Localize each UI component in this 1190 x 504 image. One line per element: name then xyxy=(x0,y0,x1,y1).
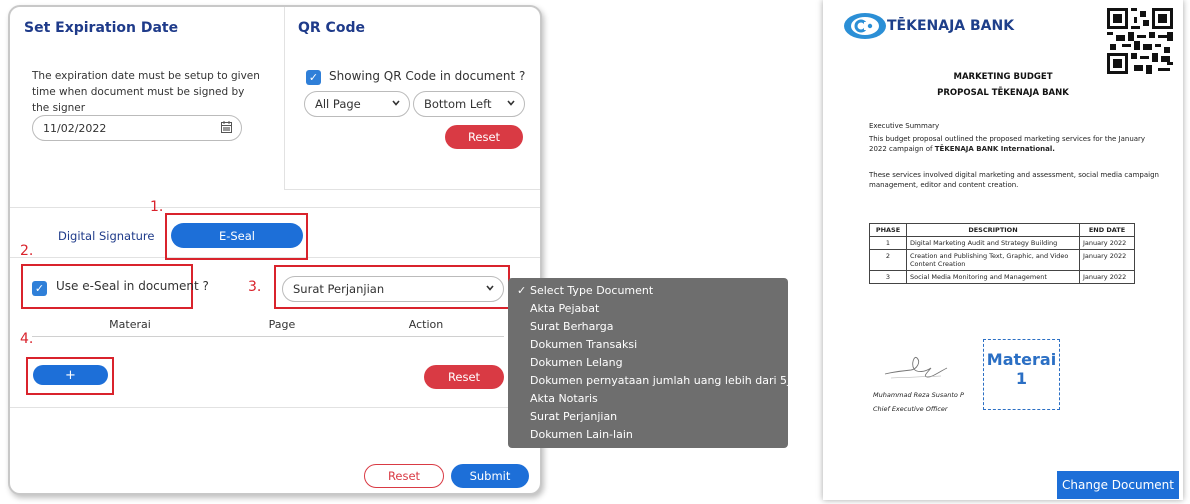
column-header-page: Page xyxy=(268,318,296,331)
summary-bank-name: TĒKENAJA BANK International. xyxy=(934,145,1055,153)
qr-checkbox[interactable]: ✓ xyxy=(306,70,321,85)
qr-section-bottom-divider xyxy=(284,189,540,190)
table-cell-description: Creation and Publishing Text, Graphic, a… xyxy=(906,249,1080,271)
step-4-label: 4. xyxy=(20,331,34,347)
dropdown-option-akta-notaris[interactable]: Akta Notaris xyxy=(530,392,598,405)
add-materai-button[interactable]: + xyxy=(33,365,108,385)
table-cell-phase: 2 xyxy=(869,249,907,271)
step-3-label: 3. xyxy=(248,279,262,295)
expiration-description: The expiration date must be setup to giv… xyxy=(32,70,260,114)
qr-section-title: QR Code xyxy=(298,20,365,36)
expiration-date-value: 11/02/2022 xyxy=(43,121,107,135)
signer-title: Chief Executive Officer xyxy=(873,405,948,413)
table-cell-phase: 1 xyxy=(869,236,907,250)
table-cell-phase: 3 xyxy=(869,270,907,284)
document-title-line1: MARKETING BUDGET xyxy=(953,72,1053,82)
doc-type-dropdown-menu: ✓ Select Type Document Akta Pejabat Sura… xyxy=(508,278,794,448)
column-header-materai: Materai xyxy=(109,318,151,331)
chevron-down-icon xyxy=(391,98,401,111)
qr-page-select[interactable]: All Page xyxy=(304,91,410,117)
qr-checkbox-label: Showing QR Code in document ? xyxy=(329,69,526,83)
qr-reset-button[interactable]: Reset xyxy=(445,125,523,149)
section-divider-vertical xyxy=(284,7,285,189)
dropdown-option-dokumen-lelang[interactable]: Dokumen Lelang xyxy=(530,356,623,369)
settings-panel: Set Expiration Date The expiration date … xyxy=(8,5,542,495)
table-cell-description: Digital Marketing Audit and Strategy Bui… xyxy=(906,236,1080,250)
checkmark-icon: ✓ xyxy=(308,71,319,84)
table-row: 1 Digital Marketing Audit and Strategy B… xyxy=(869,236,1135,250)
dropdown-option-dokumen-lain[interactable]: Dokumen Lain-lain xyxy=(530,428,633,441)
materai-label: Materai xyxy=(986,350,1057,369)
chevron-down-icon xyxy=(485,283,495,296)
table-cell-end-date: January 2022 xyxy=(1079,249,1135,271)
column-header-action: Action xyxy=(408,318,444,331)
dropdown-option-dokumen-transaksi[interactable]: Dokumen Transaksi xyxy=(530,338,637,351)
checkmark-icon: ✓ xyxy=(517,284,527,297)
qr-position-select[interactable]: Bottom Left xyxy=(413,91,525,117)
table-cell-end-date: January 2022 xyxy=(1079,270,1135,284)
tab-digital-signature[interactable]: Digital Signature xyxy=(58,229,154,243)
eseal-reset-button[interactable]: Reset xyxy=(424,365,504,389)
dropdown-option-dokumen-pernyataan[interactable]: Dokumen pernyataan jumlah uang lebih dar… xyxy=(530,374,794,387)
footer-divider xyxy=(10,407,540,408)
table-header-divider xyxy=(32,336,504,337)
bank-logo-icon xyxy=(843,12,887,40)
dropdown-option-surat-perjanjian[interactable]: Surat Perjanjian xyxy=(530,410,617,423)
section-divider-horizontal xyxy=(10,207,540,208)
step-2-label: 2. xyxy=(20,243,34,259)
eseal-checkbox-label: Use e-Seal in document ? xyxy=(56,279,209,293)
summary-heading: Executive Summary xyxy=(869,122,940,130)
dropdown-option-select-type[interactable]: Select Type Document xyxy=(530,284,653,297)
expiration-date-input[interactable]: 11/02/2022 xyxy=(32,115,242,141)
step-1-label: 1. xyxy=(150,199,164,215)
checkmark-icon: ✓ xyxy=(34,282,45,295)
qr-position-select-value: Bottom Left xyxy=(424,97,492,111)
table-header-row: PHASE DESCRIPTION END DATE xyxy=(869,223,1135,237)
submit-button[interactable]: Submit xyxy=(451,464,529,488)
table-cell-end-date: January 2022 xyxy=(1079,236,1135,250)
eseal-checkbox[interactable]: ✓ xyxy=(32,281,47,296)
expiration-section-title: Set Expiration Date xyxy=(24,20,179,36)
bank-name: TĒKENAJA BANK xyxy=(887,18,1015,34)
table-row: 2 Creation and Publishing Text, Graphic,… xyxy=(869,249,1135,271)
table-row: 3 Social Media Monitoring and Management… xyxy=(869,270,1135,284)
tab-eseal[interactable]: E-Seal xyxy=(171,223,303,248)
calendar-icon[interactable] xyxy=(221,121,232,136)
table-header-phase: PHASE xyxy=(869,223,907,237)
signature-icon xyxy=(881,352,951,382)
change-document-button[interactable]: Change Document xyxy=(1057,471,1179,499)
table-cell-description: Social Media Monitoring and Management xyxy=(906,270,1080,284)
table-header-end-date: END DATE xyxy=(1079,223,1135,237)
dropdown-option-surat-berharga[interactable]: Surat Berharga xyxy=(530,320,613,333)
document-title-line2: PROPOSAL TĒKENAJA BANK xyxy=(937,88,1069,98)
summary-paragraph-1: This budget proposal outlined the propos… xyxy=(869,134,1159,154)
materai-seal-placeholder[interactable]: Materai 1 xyxy=(983,339,1060,410)
phase-table: PHASE DESCRIPTION END DATE 1 Digital Mar… xyxy=(869,223,1135,284)
qr-page-select-value: All Page xyxy=(315,97,361,111)
qr-code-icon xyxy=(1107,8,1173,74)
signer-name: Muhammad Reza Susanto P xyxy=(873,391,964,399)
materai-number: 1 xyxy=(1015,369,1028,388)
doc-type-select-value: Surat Perjanjian xyxy=(293,282,385,296)
dropdown-option-akta-pejabat[interactable]: Akta Pejabat xyxy=(530,302,599,315)
summary-paragraph-2: These services involved digital marketin… xyxy=(869,171,1159,189)
document-preview: TĒKENAJA BANK MARKETING BUDGET PROPOSAL … xyxy=(823,0,1183,500)
footer-reset-button[interactable]: Reset xyxy=(364,464,444,488)
table-header-description: DESCRIPTION xyxy=(906,223,1080,237)
doc-type-select[interactable]: Surat Perjanjian xyxy=(282,276,504,302)
chevron-down-icon xyxy=(506,98,516,111)
